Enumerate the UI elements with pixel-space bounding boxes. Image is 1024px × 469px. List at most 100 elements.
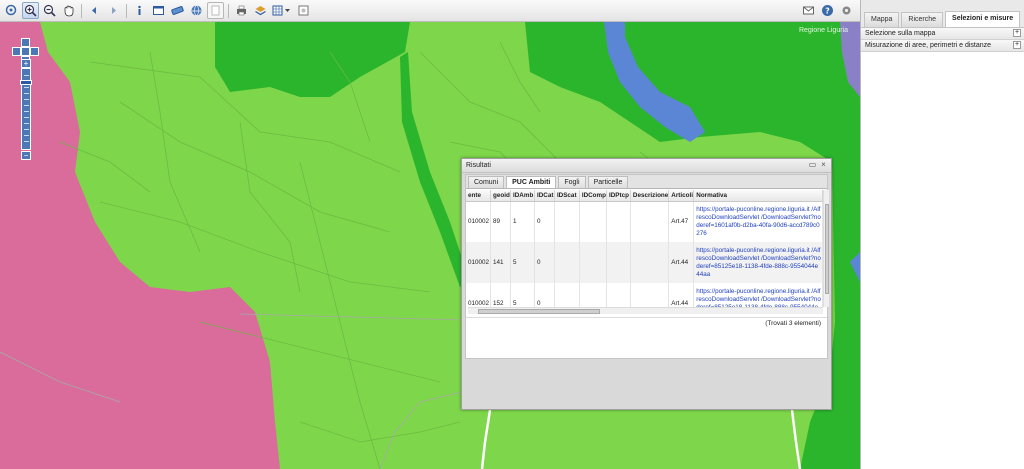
tab-selezioni-e-misure[interactable]: Selezioni e misure: [945, 11, 1021, 27]
cell-articoli: Art.47: [668, 201, 695, 242]
results-window: Risultati ▭ × Comuni PUC Ambiti Fogli Pa…: [461, 158, 832, 410]
cell-idcat: 0: [534, 283, 555, 307]
cell-normativa-link[interactable]: https://portale-puconline.regione.liguri…: [693, 242, 823, 283]
section-selezione-mappa[interactable]: Selezione sulla mappa +: [861, 28, 1024, 40]
globe-icon[interactable]: [188, 2, 205, 19]
vertical-scrollbar[interactable]: [823, 190, 829, 307]
tab-particelle[interactable]: Particelle: [587, 176, 629, 188]
forward-arrow-icon[interactable]: [105, 2, 122, 19]
zoom-plus-icon[interactable]: +: [21, 59, 31, 68]
tab-comuni[interactable]: Comuni: [468, 176, 505, 188]
column-header[interactable]: IDAmb: [510, 190, 535, 202]
capture-icon[interactable]: [295, 2, 312, 19]
zoom-extent-icon[interactable]: [3, 2, 20, 19]
cell-geoid: 89: [490, 201, 511, 242]
results-count: (Trovati 3 elementi): [466, 317, 827, 329]
measure-icon[interactable]: [169, 2, 186, 19]
cell-idcat: 0: [534, 242, 555, 283]
section-misurazione[interactable]: Misurazione di aree, perimetri e distanz…: [861, 40, 1024, 52]
toolbar-separator: [228, 3, 229, 18]
toolbar-separator: [126, 3, 127, 18]
svg-text:?: ?: [825, 7, 830, 16]
close-icon[interactable]: ×: [819, 161, 828, 170]
cell-idamb: 5: [510, 283, 535, 307]
column-header[interactable]: ente: [466, 190, 492, 202]
column-header[interactable]: Articoli: [668, 190, 695, 202]
cell-descrizione: [630, 283, 670, 307]
tab-fogli[interactable]: Fogli: [558, 176, 586, 188]
pan-right-icon[interactable]: [30, 47, 39, 56]
results-tabs: Comuni PUC Ambiti Fogli Particelle: [466, 175, 827, 189]
cell-articoli: Art.44: [668, 242, 695, 283]
pan-left-icon[interactable]: [12, 47, 21, 56]
map-region-label: Regione Liguria: [798, 27, 848, 34]
tab-puc-ambiti[interactable]: PUC Ambiti: [506, 176, 557, 188]
help-icon[interactable]: ?: [819, 2, 836, 19]
cell-idscat: [554, 201, 580, 242]
column-header[interactable]: IDCat: [534, 190, 555, 202]
pan-hand-icon[interactable]: [60, 2, 77, 19]
table-row[interactable]: 010002 152 5 0 Art.44 https://portale-pu…: [466, 283, 823, 307]
expand-icon[interactable]: +: [1013, 41, 1021, 49]
river-corridor: [400, 52, 470, 287]
pan-center-icon[interactable]: [21, 47, 30, 56]
side-tabs: Mappa Ricerche Selezioni e misure: [861, 0, 1024, 27]
map-toolbar: ?: [0, 0, 860, 22]
cell-idcomp: [579, 283, 607, 307]
scroll-thumb[interactable]: [478, 309, 600, 314]
settings-icon[interactable]: [838, 2, 855, 19]
expand-icon[interactable]: +: [1013, 29, 1021, 37]
cell-ente: 010002: [466, 201, 492, 242]
cell-idptcp: [606, 242, 631, 283]
grid-dropdown-icon[interactable]: [271, 2, 293, 19]
zoom-slider-handle[interactable]: [20, 80, 32, 85]
cell-idptcp: [606, 201, 631, 242]
column-header[interactable]: geoid: [490, 190, 511, 202]
column-header[interactable]: Normativa: [693, 190, 823, 202]
section-label: Selezione sulla mappa: [865, 30, 936, 37]
table-row[interactable]: 010002 89 1 0 Art.47 https://portale-puc…: [466, 201, 823, 242]
cell-idcomp: [579, 242, 607, 283]
window-icon[interactable]: [150, 2, 167, 19]
cell-idamb: 5: [510, 242, 535, 283]
results-title: Risultati: [466, 162, 491, 169]
column-header[interactable]: IDComp: [579, 190, 607, 202]
info-icon[interactable]: [131, 2, 148, 19]
results-body: Comuni PUC Ambiti Fogli Particelle ente …: [465, 174, 829, 359]
pan-up-icon[interactable]: [21, 38, 30, 47]
side-panel: Mappa Ricerche Selezioni e misure Selezi…: [860, 0, 1024, 469]
cell-idscat: [554, 283, 580, 307]
cell-idcomp: [579, 201, 607, 242]
cell-normativa-link[interactable]: https://portale-puconline.regione.liguri…: [693, 201, 823, 242]
white-roads: [480, 409, 802, 469]
cell-geoid: 152: [490, 283, 511, 307]
print-icon[interactable]: [233, 2, 250, 19]
zone-dark-green: [215, 22, 410, 97]
cell-ente: 010002: [466, 283, 492, 307]
zoom-minus-icon[interactable]: −: [21, 151, 31, 160]
results-grid: ente geoid IDAmb IDCat IDScat IDComp IDP…: [466, 190, 823, 307]
layers-icon[interactable]: [252, 2, 269, 19]
blank-doc-icon[interactable]: [207, 2, 224, 19]
horizontal-scrollbar[interactable]: [468, 307, 823, 314]
cell-normativa-link[interactable]: https://portale-puconline.regione.liguri…: [693, 283, 823, 307]
maximize-icon[interactable]: ▭: [808, 161, 817, 170]
zoom-out-icon[interactable]: [41, 2, 58, 19]
cell-idcat: 0: [534, 201, 555, 242]
zoom-in-icon[interactable]: [22, 2, 39, 19]
scroll-thumb[interactable]: [825, 204, 829, 294]
results-title-bar[interactable]: Risultati ▭ ×: [462, 159, 831, 173]
cell-descrizione: [630, 201, 670, 242]
column-header[interactable]: Descrizione: [630, 190, 670, 202]
cell-idptcp: [606, 283, 631, 307]
mail-icon[interactable]: [800, 2, 817, 19]
tab-ricerche[interactable]: Ricerche: [901, 12, 944, 27]
column-header[interactable]: IDPtcp: [606, 190, 631, 202]
table-row[interactable]: 010002 141 5 0 Art.44 https://portale-pu…: [466, 242, 823, 283]
cell-idamb: 1: [510, 201, 535, 242]
side-panel-body: Selezione sulla mappa + Misurazione di a…: [861, 27, 1024, 469]
back-arrow-icon[interactable]: [86, 2, 103, 19]
tab-mappa[interactable]: Mappa: [864, 12, 900, 27]
grid-header: ente geoid IDAmb IDCat IDScat IDComp IDP…: [466, 190, 823, 202]
column-header[interactable]: IDScat: [554, 190, 580, 202]
